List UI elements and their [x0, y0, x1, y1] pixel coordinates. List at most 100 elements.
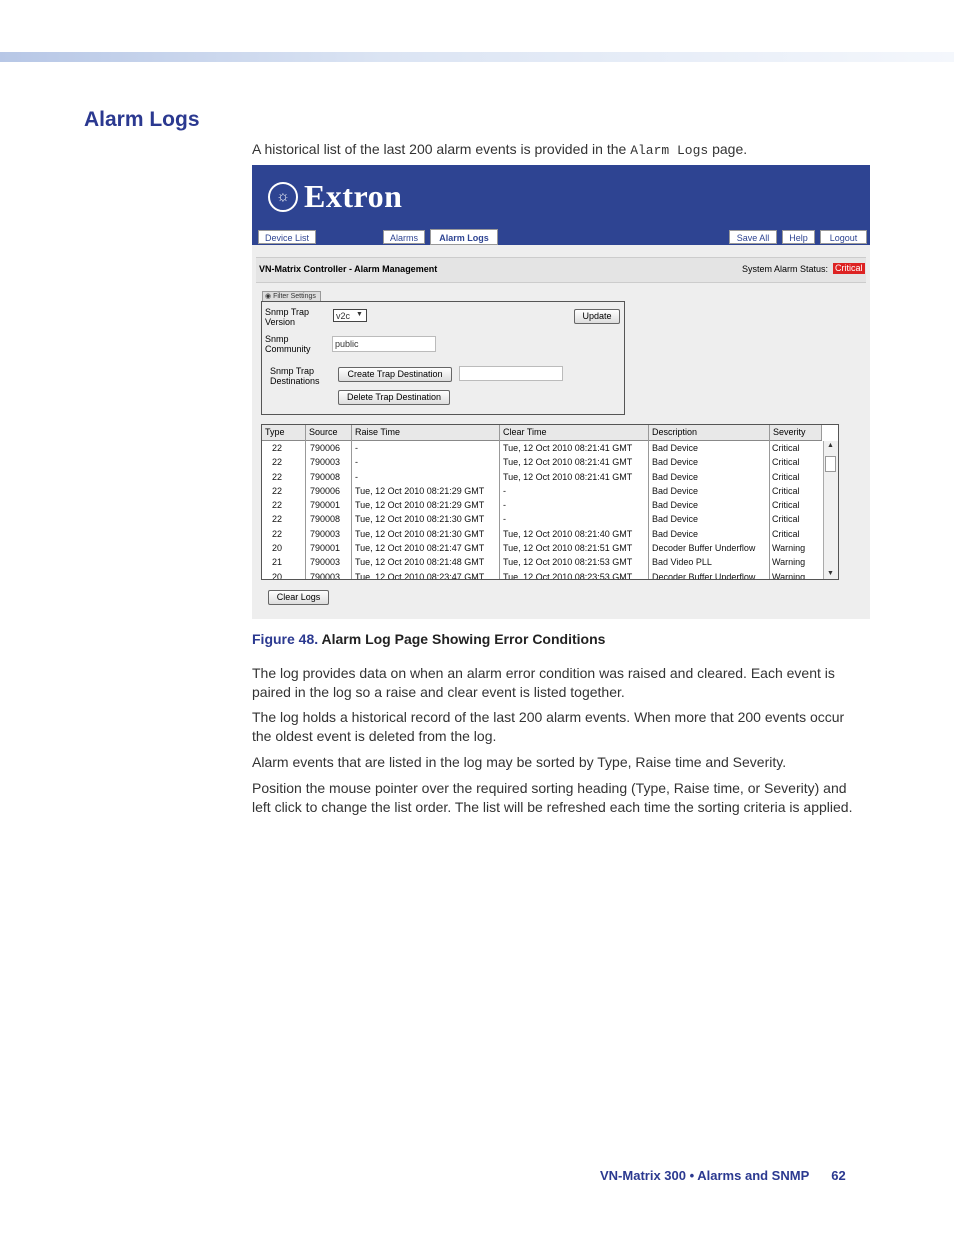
table-row[interactable]: 22 790008 Tue, 12 Oct 2010 08:21:30 GMT - Ba…: [262, 512, 822, 526]
cell-raise-time: Tue, 12 Oct 2010 08:21:48 GMT: [355, 557, 485, 568]
page-footer: VN-Matrix 300 • Alarms and SNMP 62: [600, 1168, 846, 1183]
table-row[interactable]: 22 790001 Tue, 12 Oct 2010 08:21:29 GMT - Ba…: [262, 498, 822, 512]
table-row[interactable]: 21 790003 Tue, 12 Oct 2010 08:21:48 GMT Tue…: [262, 555, 822, 569]
column-raise-time[interactable]: Raise Time: [352, 425, 500, 440]
tab-alarm-logs[interactable]: Alarm Logs: [430, 229, 498, 245]
cell-clear-time: Tue, 12 Oct 2010 08:21:51 GMT: [503, 543, 633, 554]
tab-alarms[interactable]: Alarms: [383, 230, 425, 244]
cell-source: 790001: [310, 500, 341, 511]
extron-header: ☼ Extron Device List Alarms Alarm Logs S…: [252, 165, 870, 245]
page-title: VN-Matrix Controller - Alarm Management: [259, 264, 438, 274]
cell-description: Bad Device: [652, 528, 699, 539]
cell-clear-time: Tue, 12 Oct 2010 08:21:41 GMT: [503, 457, 633, 468]
alarm-log-table: Type Source Raise Time Clear Time Descri…: [261, 424, 839, 580]
cell-type: 20: [272, 571, 283, 580]
cell-source: 790008: [310, 514, 341, 525]
cell-clear-time: -: [503, 485, 506, 496]
cell-clear-time: Tue, 12 Oct 2010 08:21:41 GMT: [503, 443, 633, 453]
column-source: Source: [306, 425, 352, 440]
table-row[interactable]: 22 790003 Tue, 12 Oct 2010 08:21:30 GMT Tue…: [262, 527, 822, 541]
section-heading: Alarm Logs: [84, 108, 200, 131]
cell-source: 790003: [310, 557, 341, 568]
cell-type: 22: [272, 457, 283, 468]
cell-description: Bad Device: [652, 485, 699, 496]
cell-severity: Warning: [772, 557, 806, 568]
column-clear-time: Clear Time: [500, 425, 649, 440]
table-row[interactable]: 22 790006 Tue, 12 Oct 2010 08:21:29 GMT - Ba…: [262, 484, 822, 498]
column-type[interactable]: Type: [262, 425, 306, 440]
paragraph: The log holds a historical record of the…: [252, 709, 845, 744]
table-header: Type Source Raise Time Clear Time Descri…: [262, 425, 822, 441]
header-band: [0, 52, 954, 62]
community-label: Snmp Community: [265, 334, 311, 354]
cell-severity: Critical: [772, 471, 800, 482]
cell-raise-time: Tue, 12 Oct 2010 08:21:29 GMT: [355, 485, 485, 496]
trap-destination-input[interactable]: [459, 366, 563, 381]
alarm-logs-screenshot: ☼ Extron Device List Alarms Alarm Logs S…: [252, 165, 870, 619]
create-trap-destination-button[interactable]: Create Trap Destination: [338, 367, 452, 382]
cell-source: 790008: [310, 471, 341, 482]
trap-version-label: Snmp Trap Version: [265, 307, 310, 327]
paragraph: Position the mouse pointer over the requ…: [252, 780, 853, 815]
scroll-thumb[interactable]: [825, 456, 836, 472]
cell-description: Bad Device: [652, 514, 699, 525]
cell-type: 21: [272, 557, 283, 568]
cell-severity: Critical: [772, 443, 800, 453]
table-row[interactable]: 20 790001 Tue, 12 Oct 2010 08:21:47 GMT Tue…: [262, 541, 822, 555]
cell-source: 790006: [310, 443, 341, 453]
cell-type: 22: [272, 443, 283, 453]
cell-description: Decoder Buffer Underflow: [652, 571, 756, 580]
chevron-down-icon[interactable]: ▼: [356, 311, 363, 318]
extron-logo: Extron: [304, 178, 403, 214]
update-button[interactable]: Update: [574, 309, 620, 324]
table-row[interactable]: 22 790006 - Tue, 12 Oct 2010 08:21:41 GMT Ba…: [262, 441, 822, 455]
cell-clear-time: -: [503, 500, 506, 511]
cell-raise-time: -: [355, 443, 358, 453]
cell-description: Bad Device: [652, 457, 699, 468]
tab-device-list[interactable]: Device List: [258, 230, 316, 244]
cell-type: 22: [272, 528, 283, 539]
table-body: 22 790006 - Tue, 12 Oct 2010 08:21:41 GMT Ba…: [262, 441, 822, 580]
table-scrollbar[interactable]: ▲ ▼: [823, 441, 838, 579]
logout-button[interactable]: Logout: [820, 230, 867, 244]
cell-type: 22: [272, 514, 283, 525]
community-input[interactable]: public: [332, 336, 436, 352]
cell-source: 790003: [310, 528, 341, 539]
cell-source: 790006: [310, 485, 341, 496]
cell-raise-time: -: [355, 471, 358, 482]
cell-raise-time: Tue, 12 Oct 2010 08:21:47 GMT: [355, 543, 485, 554]
table-row[interactable]: 20 790003 Tue, 12 Oct 2010 08:23:47 GMT Tue…: [262, 570, 822, 580]
paragraph: The log provides data on when an alarm e…: [252, 665, 835, 700]
clear-logs-button[interactable]: Clear Logs: [268, 590, 329, 605]
cell-clear-time: Tue, 12 Oct 2010 08:21:40 GMT: [503, 528, 633, 539]
cell-type: 22: [272, 471, 283, 482]
cell-description: Decoder Buffer Underflow: [652, 543, 756, 554]
filter-settings-panel: Snmp Trap Version v2c ▼ Update Snmp Commun…: [261, 301, 625, 415]
cell-severity: Critical: [772, 485, 800, 496]
cell-severity: Critical: [772, 514, 800, 525]
column-severity[interactable]: Severity: [770, 425, 822, 440]
scroll-down-icon[interactable]: ▼: [827, 570, 834, 577]
cell-raise-time: Tue, 12 Oct 2010 08:21:30 GMT: [355, 514, 485, 525]
trap-destinations-label: Snmp Trap Destinations: [270, 366, 320, 386]
page-number: 62: [831, 1168, 846, 1183]
cell-raise-time: Tue, 12 Oct 2010 08:23:47 GMT: [355, 571, 485, 580]
cell-clear-time: -: [503, 514, 506, 525]
scroll-up-icon[interactable]: ▲: [827, 442, 834, 449]
cell-severity: Warning: [772, 571, 806, 580]
cell-description: Bad Device: [652, 443, 699, 453]
save-all-button[interactable]: Save All: [729, 230, 777, 244]
help-button[interactable]: Help: [782, 230, 815, 244]
cell-description: Bad Device: [652, 471, 699, 482]
cell-source: 790001: [310, 543, 341, 554]
cell-description: Bad Video PLL: [652, 557, 712, 568]
extron-logo-icon: ☼: [268, 182, 298, 212]
cell-severity: Critical: [772, 528, 800, 539]
cell-type: 22: [272, 485, 283, 496]
table-row[interactable]: 22 790008 - Tue, 12 Oct 2010 08:21:41 GMT Ba…: [262, 470, 822, 484]
cell-type: 22: [272, 500, 283, 511]
cell-severity: Warning: [772, 543, 806, 554]
intro-text: A historical list of the last 200 alarm …: [252, 141, 748, 158]
table-row[interactable]: 22 790003 - Tue, 12 Oct 2010 08:21:41 GMT Ba…: [262, 455, 822, 469]
delete-trap-destination-button[interactable]: Delete Trap Destination: [338, 390, 450, 405]
